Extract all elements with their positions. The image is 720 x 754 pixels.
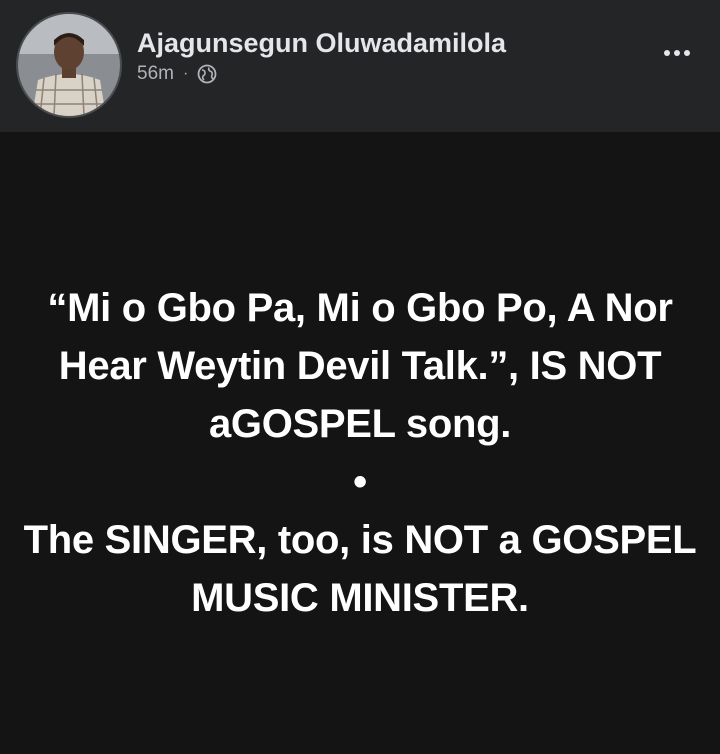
meta-separator: · (182, 65, 189, 82)
avatar-photo (18, 14, 120, 116)
post-text-line: Hear Weytin Devil Talk.”, IS NOT (58, 344, 662, 388)
globe-icon[interactable] (197, 64, 217, 84)
post-text: “Mi o Gbo Pa, Mi o Gbo Po, A Nor Hear We… (10, 279, 710, 627)
post-text-bullet: • (353, 460, 367, 504)
more-options-icon-dot (684, 50, 690, 56)
post-text-line: MUSIC MINISTER. (191, 576, 529, 620)
more-options-button[interactable] (652, 36, 702, 70)
post-content: “Mi o Gbo Pa, Mi o Gbo Po, A Nor Hear We… (0, 132, 720, 754)
post-header: Ajagunsegun Oluwadamilola 56m · (0, 0, 720, 132)
more-options-icon-dot (674, 50, 680, 56)
post-text-line: The SINGER, too, is NOT a GOSPEL (23, 518, 697, 562)
post-text-line: aGOSPEL song. (208, 402, 512, 446)
more-options-icon-dot (664, 50, 670, 56)
post-meta: 56m · (137, 63, 217, 85)
author-name[interactable]: Ajagunsegun Oluwadamilola (137, 28, 506, 59)
avatar[interactable] (18, 14, 120, 116)
post-text-line: “Mi o Gbo Pa, Mi o Gbo Po, A Nor (47, 286, 673, 330)
post-timestamp[interactable]: 56m (137, 63, 174, 85)
